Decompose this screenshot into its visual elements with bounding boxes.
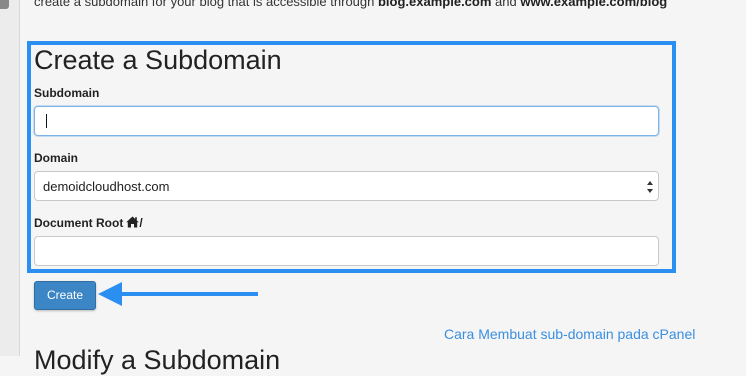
intro-example-path: www.example.com/blog [520, 0, 668, 9]
intro-text: create a subdomain for your blog that is… [34, 0, 667, 10]
intro-example-subdomain: blog.example.com [377, 0, 492, 9]
domain-select-value: demoidcloudhost.com [43, 179, 170, 194]
home-icon [126, 216, 140, 231]
intro-text-before: create a subdomain for your blog that is… [34, 0, 378, 9]
document-root-suffix: / [139, 216, 143, 230]
text-caret [46, 114, 47, 128]
document-root-label: Document Root / [34, 216, 143, 231]
document-root-input[interactable] [34, 236, 659, 266]
form-title: Create a Subdomain [34, 45, 282, 75]
sidebar-handle[interactable] [0, 0, 9, 9]
modify-subdomain-heading: Modify a Subdomain [34, 345, 281, 375]
left-arrow-icon [98, 282, 258, 306]
domain-select[interactable]: demoidcloudhost.com [34, 171, 659, 201]
caption-text: Cara Membuat sub-domain pada cPanel [444, 326, 696, 342]
subdomain-label: Subdomain [34, 86, 100, 100]
document-root-label-text: Document Root [34, 216, 124, 230]
create-button[interactable]: Create [34, 281, 96, 310]
intro-text-between: and [491, 0, 521, 9]
left-sidebar-edge [0, 0, 20, 356]
subdomain-input[interactable] [34, 106, 659, 136]
domain-label: Domain [34, 151, 79, 165]
select-arrows-icon [647, 181, 653, 193]
